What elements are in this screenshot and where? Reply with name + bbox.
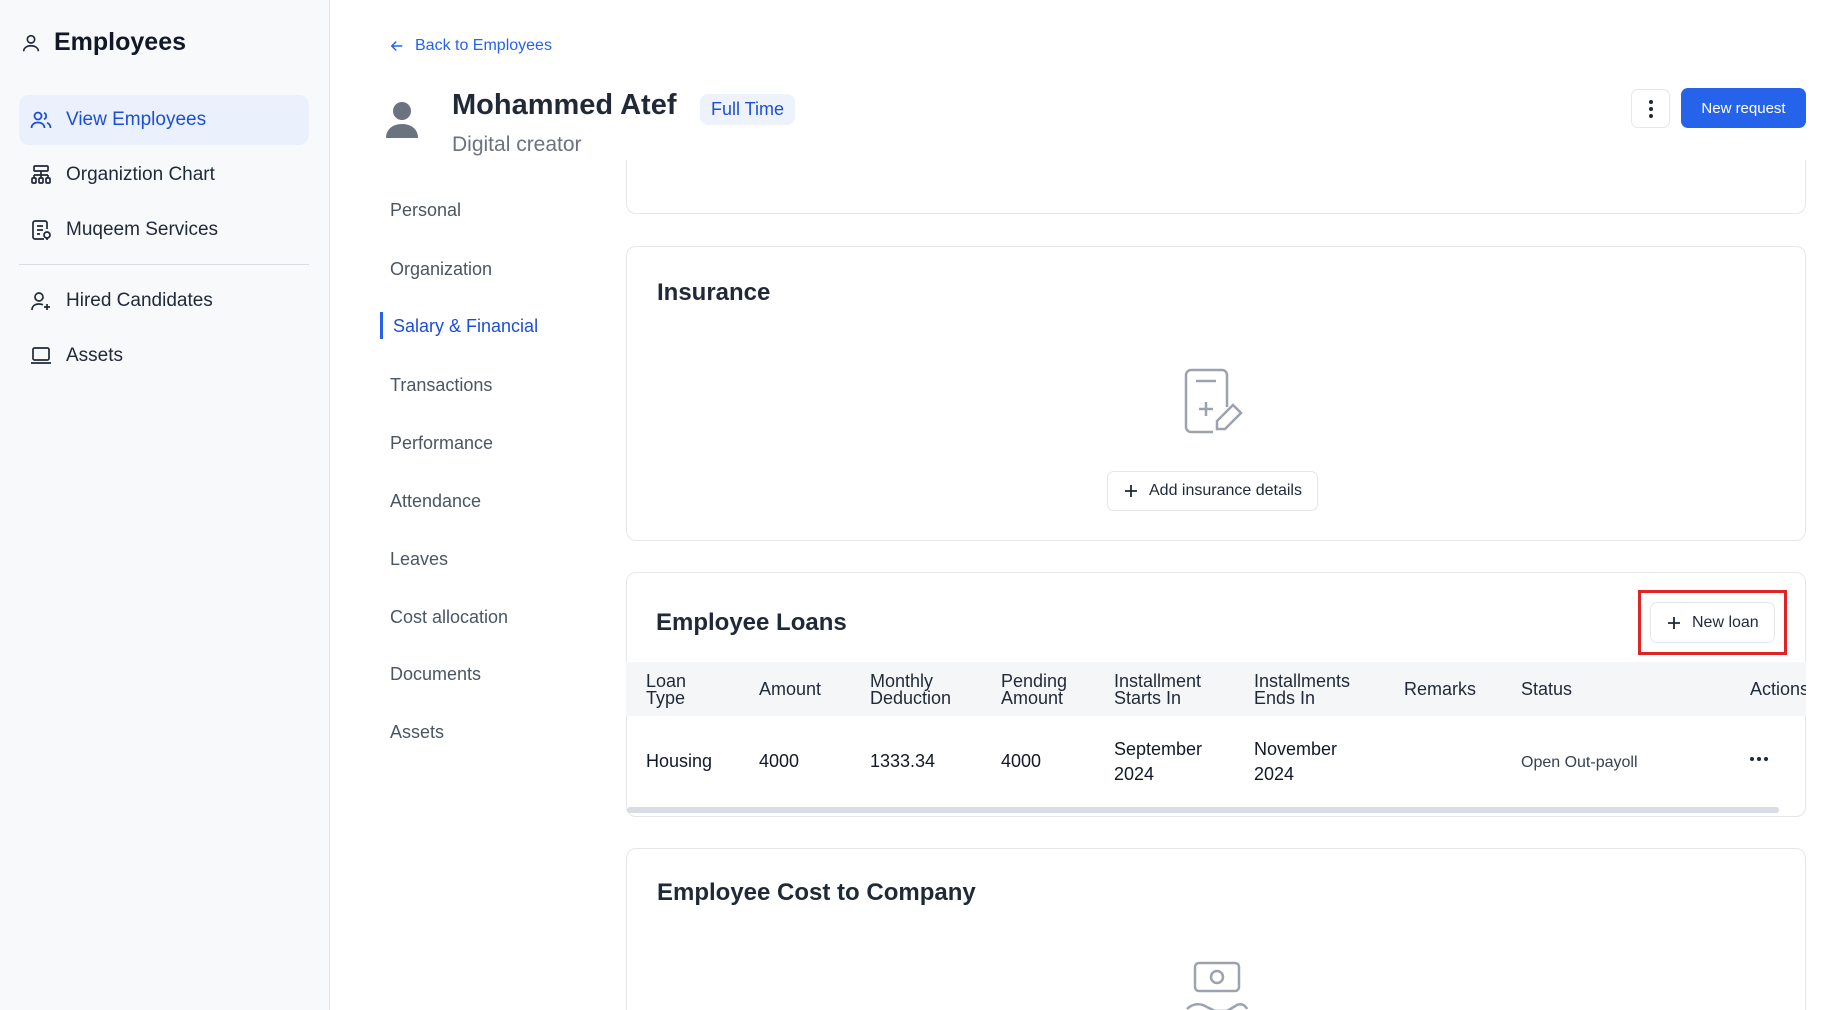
cell-amount: 4000 [759, 751, 800, 771]
user-icon [20, 32, 42, 54]
add-insurance-button[interactable]: Add insurance details [1107, 471, 1318, 511]
sidebar-item-label: Organiztion Chart [66, 164, 215, 185]
section-nav-documents[interactable]: Documents [390, 664, 481, 685]
section-nav-personal[interactable]: Personal [390, 200, 461, 221]
sidebar-item-muqeem-services[interactable]: Muqeem Services [19, 205, 309, 255]
sidebar-item-organization-chart[interactable]: Organiztion Chart [19, 150, 309, 200]
cell-monthly-deduction: 1333.34 [870, 751, 936, 771]
employee-cost-card: Employee Cost to Company [626, 848, 1806, 1010]
laptop-icon [29, 344, 53, 368]
column-header-installment-starts: Installment Starts In [1114, 671, 1202, 708]
employee-loans-title: Employee Loans [656, 609, 847, 636]
app-root: Employees View Employees Organiztion Cha… [0, 0, 1832, 1010]
sidebar-item-view-employees[interactable]: View Employees [19, 95, 309, 145]
sidebar-item-assets[interactable]: Assets [19, 331, 309, 381]
section-nav-active-indicator [380, 312, 383, 339]
cell-pending-amount: 4000 [1001, 751, 1042, 771]
cell-loan-type: Housing [646, 751, 713, 771]
new-request-button[interactable]: New request [1681, 88, 1806, 128]
section-nav-attendance[interactable]: Attendance [390, 491, 481, 512]
sidebar-title: Employees [54, 28, 187, 56]
org-chart-icon [29, 163, 53, 187]
avatar [384, 100, 420, 140]
add-document-icon [1183, 367, 1249, 440]
section-nav-performance[interactable]: Performance [390, 433, 493, 454]
cell-installments-ends: November 2024 [1254, 739, 1338, 784]
employee-cost-title: Employee Cost to Company [657, 879, 976, 906]
back-to-employees-link[interactable]: Back to Employees [388, 37, 552, 55]
previous-section-card [626, 160, 1806, 214]
sidebar-item-label: View Employees [66, 109, 207, 130]
section-nav-leaves[interactable]: Leaves [390, 549, 448, 570]
sidebar-item-label: Assets [66, 345, 124, 366]
employee-name: Mohammed Atef [452, 89, 677, 121]
employee-role: Digital creator [452, 133, 582, 156]
employment-type-badge: Full Time [700, 94, 796, 125]
sidebar-item-label: Muqeem Services [66, 219, 219, 240]
add-insurance-label: Add insurance details [1149, 482, 1302, 499]
insurance-card: Insurance Add insurance details [626, 246, 1806, 541]
users-icon [29, 108, 53, 132]
sidebar: Employees View Employees Organiztion Cha… [0, 0, 330, 1010]
column-header-pending-amount: Pending Amount [1001, 671, 1068, 708]
new-loan-highlight-box [1638, 590, 1787, 655]
section-nav-cost-allocation[interactable]: Cost allocation [390, 607, 508, 628]
row-actions-button[interactable] [1749, 756, 1769, 762]
section-nav-assets[interactable]: Assets [390, 722, 444, 743]
section-nav-salary-financial[interactable]: Salary & Financial [393, 316, 538, 337]
section-nav-organization[interactable]: Organization [390, 259, 492, 280]
cell-installment-starts: September 2024 [1114, 739, 1203, 784]
plus-icon [1123, 483, 1139, 499]
sidebar-item-label: Hired Candidates [66, 290, 213, 311]
kebab-menu-icon [1648, 99, 1654, 119]
column-header-remarks: Remarks [1404, 679, 1477, 699]
cell-status: Open Out-payoll [1521, 754, 1638, 771]
table-horizontal-scrollbar[interactable] [627, 807, 1779, 813]
money-icon [1185, 961, 1249, 1010]
more-options-button[interactable] [1631, 89, 1670, 128]
sidebar-divider [19, 264, 309, 265]
more-horizontal-icon [1749, 756, 1769, 762]
document-services-icon [29, 218, 53, 242]
column-header-installments-ends: Installments Ends In [1254, 671, 1351, 708]
column-header-actions: Actions [1750, 681, 1806, 698]
sidebar-header: Employees [20, 28, 186, 57]
column-header-monthly-deduction: Monthly Deduction [870, 671, 952, 708]
sidebar-item-hired-candidates[interactable]: Hired Candidates [19, 276, 309, 326]
column-header-loan-type: Loan Type [646, 671, 687, 708]
column-header-status: Status [1521, 679, 1573, 699]
user-add-icon [29, 289, 53, 313]
column-header-amount: Amount [759, 679, 822, 699]
section-nav-transactions[interactable]: Transactions [390, 375, 492, 396]
insurance-title: Insurance [657, 279, 771, 306]
back-link-label: Back to Employees [415, 37, 552, 54]
arrow-left-icon [388, 37, 406, 55]
